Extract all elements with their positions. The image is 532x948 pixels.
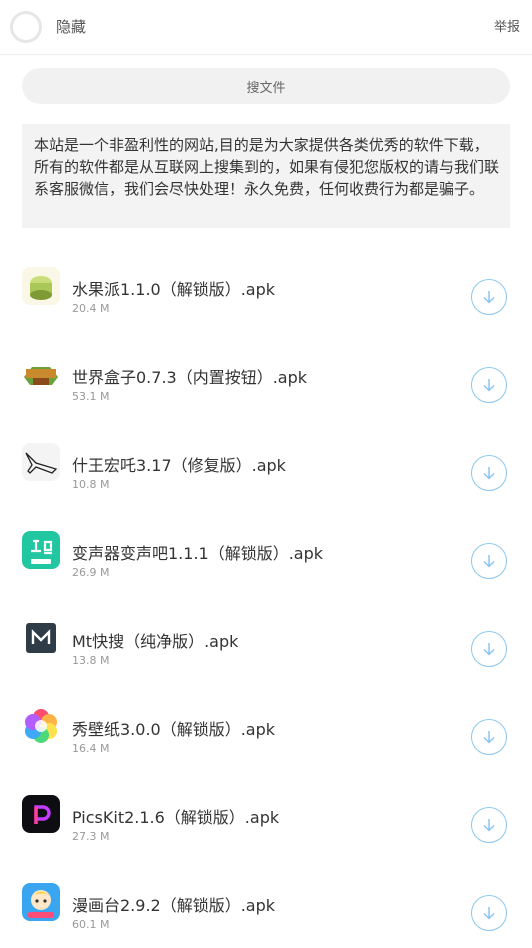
wallpaper-app-icon [22,707,60,745]
file-size: 60.1 M [72,918,110,931]
file-name: 变声器变声吧1.1.1（解锁版）.apk [72,544,324,563]
file-size: 27.3 M [72,830,110,843]
file-name: 什王宏吒3.17（修复版）.apk [72,456,286,475]
download-arrow-icon [483,907,495,920]
site-notice: 本站是一个非盈利性的网站,目的是为大家提供各类优秀的软件下载，所有的软件都是从互… [22,124,510,228]
worldbox-app-icon [22,355,60,393]
file-size: 10.8 M [72,478,110,491]
list-item[interactable]: 漫画台2.9.2（解锁版）.apk 60.1 M [0,860,532,948]
avatar[interactable] [10,11,42,43]
report-link[interactable]: 举报 [494,16,520,35]
file-name: 世界盒子0.7.3（内置按钮）.apk [72,368,308,387]
manhuatai-app-icon [22,883,60,921]
picskit-app-icon [22,795,60,833]
list-item[interactable]: 秀壁纸3.0.0（解锁版）.apk 16.4 M [0,684,532,772]
file-name: Mt快搜（纯净版）.apk [72,632,239,651]
hide-button[interactable]: 隐藏 [56,16,86,37]
file-name: 秀壁纸3.0.0（解锁版）.apk [72,720,276,739]
download-button[interactable] [471,279,507,315]
download-arrow-icon [483,643,495,656]
download-arrow-icon [483,819,495,832]
file-name: 漫画台2.9.2（解锁版）.apk [72,896,276,915]
mt-search-app-icon [22,619,60,657]
search-file-bar[interactable]: 搜文件 [22,68,510,104]
file-size: 26.9 M [72,566,110,579]
download-button[interactable] [471,543,507,579]
list-item[interactable]: 世界盒子0.7.3（内置按钮）.apk 53.1 M [0,332,532,420]
list-item[interactable]: PicsKit2.1.6（解锁版）.apk 27.3 M [0,772,532,860]
list-item[interactable]: Mt快搜（纯净版）.apk 13.8 M [0,596,532,684]
download-button[interactable] [471,455,507,491]
file-size: 16.4 M [72,742,110,755]
file-size: 13.8 M [72,654,110,667]
list-item[interactable]: 什王宏吒3.17（修复版）.apk 10.8 M [0,420,532,508]
voice-changer-app-icon [22,531,60,569]
download-button[interactable] [471,807,507,843]
download-button[interactable] [471,719,507,755]
download-arrow-icon [483,555,495,568]
plane-sketch-app-icon [22,443,60,481]
search-placeholder: 搜文件 [246,80,286,96]
download-arrow-icon [483,379,495,392]
download-arrow-icon [483,291,495,304]
fruit-pie-app-icon [22,267,60,305]
download-arrow-icon [483,467,495,480]
download-button[interactable] [471,895,507,931]
list-item[interactable]: 水果派1.1.0（解锁版）.apk 20.4 M [0,244,532,332]
file-size: 20.4 M [72,302,110,315]
file-name: PicsKit2.1.6（解锁版）.apk [72,808,280,827]
file-size: 53.1 M [72,390,110,403]
top-bar: 隐藏 举报 [0,0,532,55]
download-arrow-icon [483,731,495,744]
download-button[interactable] [471,367,507,403]
file-name: 水果派1.1.0（解锁版）.apk [72,280,276,299]
download-button[interactable] [471,631,507,667]
list-item[interactable]: 变声器变声吧1.1.1（解锁版）.apk 26.9 M [0,508,532,596]
